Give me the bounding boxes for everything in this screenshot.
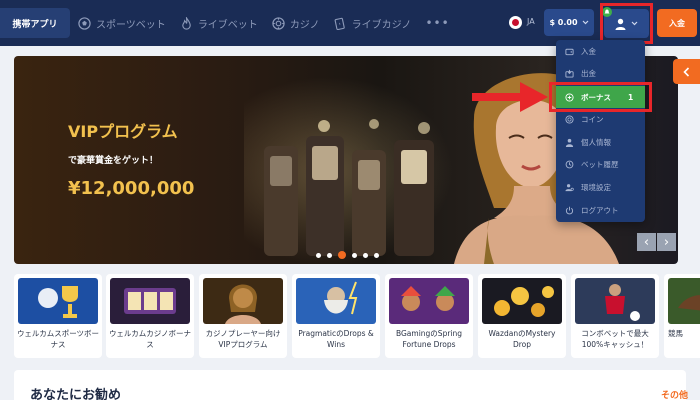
menu-label: 出金 [581, 68, 596, 78]
vip-woman-image [203, 278, 283, 324]
more-menu-button[interactable]: ••• [425, 16, 449, 30]
wallet-icon [565, 48, 574, 55]
promo-label: コンボベットで最大100%キャッシュ！ [581, 329, 649, 349]
hero-subtitle: で豪華賞金をゲット！ [68, 156, 159, 166]
nav-live-casino[interactable]: ライブカジノ [334, 16, 412, 31]
see-more-link[interactable]: その他 [661, 388, 688, 400]
promo-card[interactable]: 競馬 [664, 274, 700, 358]
promo-card[interactable]: カジノプレーヤー向け VIPプログラム [199, 274, 287, 358]
slot-reels-icon [110, 278, 190, 324]
balance-button[interactable]: $ 0.00 [544, 9, 594, 36]
menu-item-deposit[interactable]: 入金 [556, 40, 645, 62]
promo-label: BGamingのSpring Fortune Drops [395, 329, 463, 349]
red-arrow-annotation-icon [472, 82, 548, 112]
promotions-row: ウェルカムスポーツボーナス ウェルカムカジノボーナス カジノプレーヤー向け VI… [14, 274, 700, 360]
user-dropdown-menu: 入金 出金 ボーナス 1 コイン 個人情報 ベット履歴 環境設定 ログアウト [556, 40, 645, 222]
recommendations-section: あなたにお勧め その他 [14, 370, 688, 400]
menu-item-logout[interactable]: ログアウト [556, 199, 645, 221]
promo-card[interactable]: PragmaticのDrops & Wins [292, 274, 380, 358]
logout-icon [565, 206, 574, 214]
menu-item-bet-history[interactable]: ベット履歴 [556, 153, 645, 175]
nav-label: カジノ [289, 19, 320, 31]
nav-casino[interactable]: カジノ [272, 16, 320, 31]
promo-label: ウェルカムカジノボーナス [108, 329, 192, 349]
carousel-prev-button[interactable]: ‹ [637, 233, 656, 251]
main-nav: スポーツベット ライブベット カジノ ライブカジノ ••• [78, 0, 450, 46]
carousel-dots [316, 251, 379, 259]
chevron-down-icon [582, 20, 588, 25]
hero-amount: ¥12,000,000 [68, 178, 195, 199]
menu-item-profile[interactable]: 個人情報 [556, 131, 645, 153]
menu-item-withdraw[interactable]: 出金 [556, 62, 645, 84]
zeus-image [296, 278, 376, 324]
carousel-dot[interactable] [352, 252, 357, 258]
japan-flag-icon[interactable] [509, 16, 522, 29]
chevron-left-icon [683, 66, 690, 77]
promo-label: ウェルカムスポーツボーナス [16, 329, 100, 349]
casino-chip-icon [272, 16, 285, 30]
soccer-ball-icon [78, 16, 91, 30]
carousel-dot-active[interactable] [338, 251, 346, 259]
coin-icon [565, 114, 574, 124]
carousel-dot[interactable] [327, 252, 332, 258]
bonus-item-highlight [549, 82, 652, 112]
menu-label: 入金 [581, 46, 596, 56]
promo-label: PragmaticのDrops & Wins [298, 329, 374, 349]
promo-label: 競馬 [668, 329, 683, 338]
menu-label: コイン [581, 114, 604, 124]
balance-amount: $ 0.00 [549, 18, 578, 27]
menu-label: 個人情報 [581, 137, 611, 147]
promo-card[interactable]: ウェルカムカジノボーナス [106, 274, 194, 358]
deposit-button[interactable]: 入金 [657, 9, 697, 37]
menu-label: 環境設定 [581, 182, 611, 192]
carousel-dot[interactable] [316, 252, 321, 258]
carousel-dot[interactable] [374, 252, 379, 258]
nav-sports-bet[interactable]: スポーツベット [78, 16, 166, 31]
fire-icon [182, 16, 191, 30]
slot-machines-illustration [264, 119, 434, 256]
user-button-highlight [600, 3, 653, 44]
promo-label: WazdanのMystery Drop [488, 329, 556, 349]
hero-title: VIPプログラム [68, 122, 178, 141]
menu-label: ベット履歴 [581, 159, 619, 169]
gold-coins-image [482, 278, 562, 324]
trophy-icon [18, 278, 98, 324]
promo-label: カジノプレーヤー向け VIPプログラム [205, 329, 281, 349]
mobile-app-button[interactable]: 携帯アプリ [0, 8, 70, 38]
nav-live-bet[interactable]: ライブベット [180, 16, 258, 31]
carousel-dot[interactable] [363, 252, 368, 258]
spring-fortune-image [389, 278, 469, 324]
horse-racing-image [668, 278, 700, 324]
user-icon [565, 138, 574, 147]
promo-card[interactable]: ウェルカムスポーツボーナス [14, 274, 102, 358]
side-panel-toggle[interactable] [673, 59, 700, 84]
nav-label: スポーツベット [96, 19, 166, 31]
settings-icon [565, 183, 574, 191]
carousel-next-button[interactable]: › [657, 233, 676, 251]
card-icon [334, 17, 345, 30]
menu-item-settings[interactable]: 環境設定 [556, 176, 645, 198]
carousel-arrows: ‹ › [637, 233, 676, 251]
withdraw-icon [565, 69, 574, 78]
nav-label: ライブベット [197, 19, 258, 31]
promo-card[interactable]: BGamingのSpring Fortune Drops [385, 274, 473, 358]
menu-label: ログアウト [581, 205, 619, 215]
promo-card[interactable]: WazdanのMystery Drop [478, 274, 566, 358]
football-player-image [575, 278, 655, 324]
language-selector[interactable]: JA [527, 17, 535, 26]
section-title: あなたにお勧め [30, 388, 122, 400]
history-icon [565, 160, 574, 168]
nav-label: ライブカジノ [351, 19, 412, 31]
promo-card[interactable]: コンボベットで最大100%キャッシュ！ [571, 274, 659, 358]
